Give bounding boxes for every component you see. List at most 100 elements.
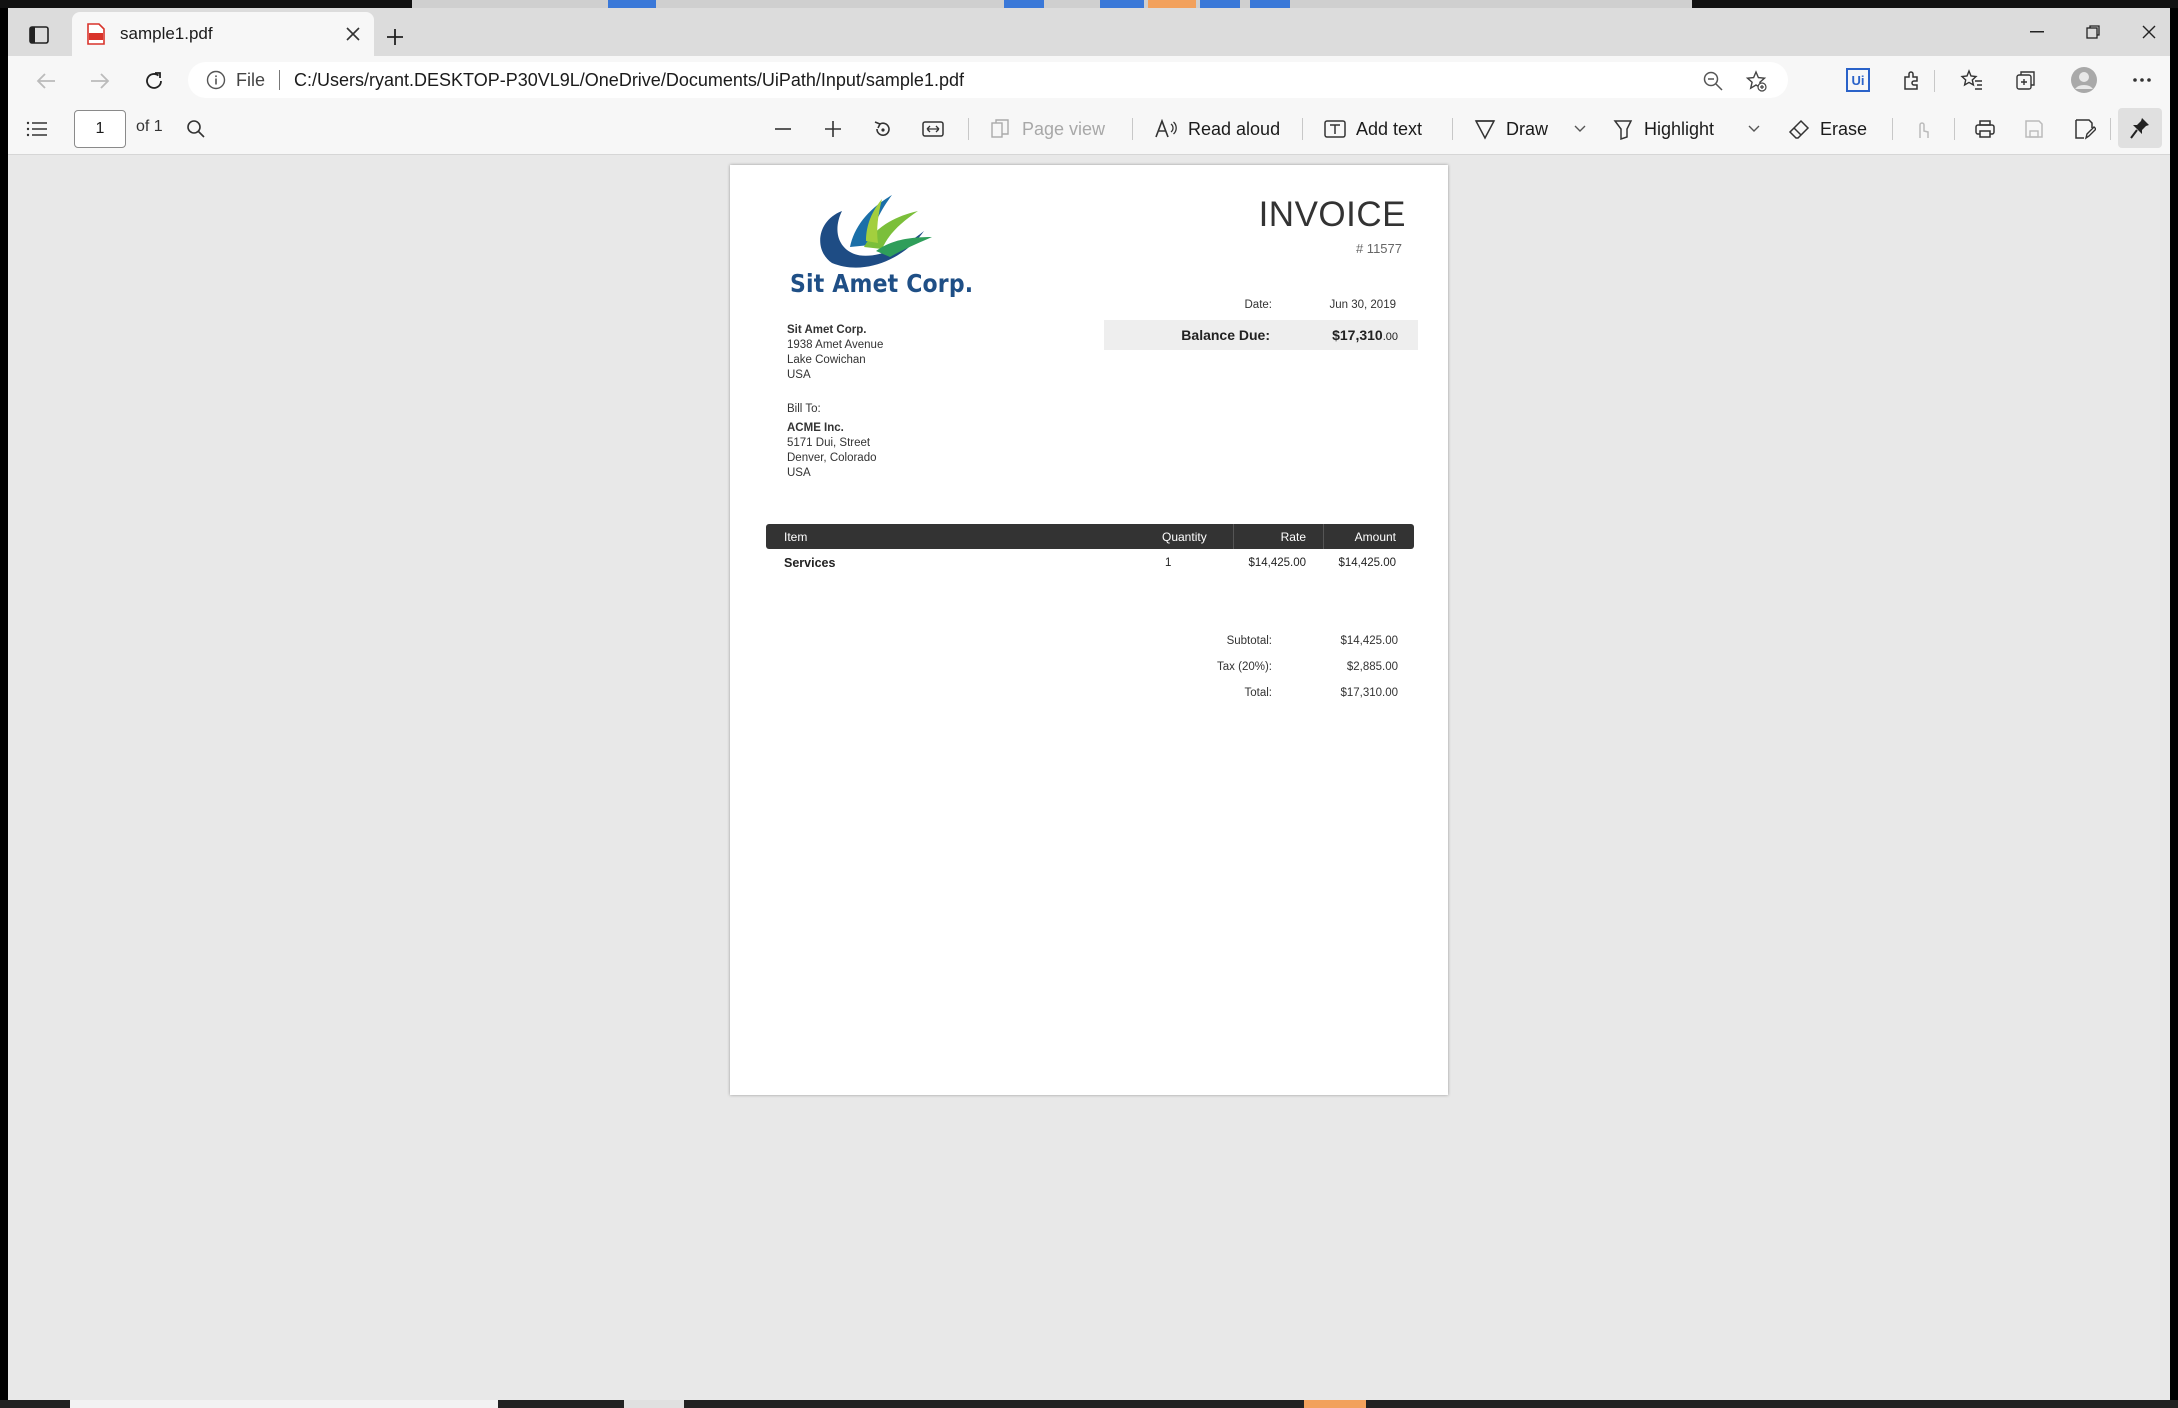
rotate-button[interactable] bbox=[872, 112, 894, 146]
profile-avatar[interactable] bbox=[2066, 62, 2102, 98]
total-value: $17,310.00 bbox=[1340, 687, 1398, 699]
erase-button[interactable]: Erase bbox=[1788, 112, 1867, 146]
address-url: C:/Users/ryant.DESKTOP-P30VL9L/OneDrive/… bbox=[294, 69, 964, 90]
bill-to-street: 5171 Dui, Street bbox=[787, 437, 871, 449]
subtotal-value: $14,425.00 bbox=[1340, 635, 1398, 647]
touch-write-icon[interactable] bbox=[1912, 112, 1932, 146]
close-window-icon[interactable] bbox=[2120, 8, 2170, 56]
collections-icon[interactable] bbox=[2008, 62, 2044, 98]
bill-to-company-name: ACME Inc. bbox=[787, 422, 844, 434]
read-aloud-button[interactable]: Read aloud bbox=[1154, 112, 1280, 146]
more-options-icon[interactable] bbox=[2124, 62, 2160, 98]
fit-width-icon bbox=[922, 121, 944, 137]
table-of-contents-icon[interactable] bbox=[26, 112, 48, 146]
bill-to-country: USA bbox=[787, 467, 811, 479]
page-view-icon bbox=[991, 119, 1009, 138]
tab-sample-pdf[interactable]: sample1.pdf bbox=[72, 12, 374, 56]
row-item: Services bbox=[784, 556, 836, 570]
restore-icon[interactable] bbox=[2064, 8, 2122, 56]
column-header-amount: Amount bbox=[1354, 530, 1396, 544]
taskbar-top-strip bbox=[0, 0, 2178, 8]
site-info-icon[interactable] bbox=[206, 70, 226, 90]
page-view-label: Page view bbox=[1022, 118, 1106, 139]
tax-label: Tax (20%): bbox=[1217, 661, 1272, 673]
draw-icon bbox=[1474, 120, 1496, 140]
save-icon[interactable] bbox=[2024, 112, 2044, 146]
minimize-icon[interactable] bbox=[2008, 8, 2066, 56]
invoice-number: # 11577 bbox=[1355, 241, 1402, 256]
url-input[interactable]: File C:/Users/ryant.DESKTOP-P30VL9L/OneD… bbox=[188, 62, 1788, 98]
browser-window: sample1.pdf File C:/Users/ryant.DESKTOP-… bbox=[8, 8, 2170, 1400]
pdf-toolbar: 1 of 1 Page view Read aloud Add text Dra… bbox=[8, 104, 2170, 155]
add-text-button[interactable]: Add text bbox=[1324, 112, 1422, 146]
zoom-in-button[interactable] bbox=[824, 112, 842, 146]
print-icon[interactable] bbox=[1974, 112, 1996, 146]
address-scheme: File bbox=[236, 69, 266, 90]
eraser-icon bbox=[1788, 119, 1810, 139]
company-logo-text: Sit Amet Corp. bbox=[790, 269, 974, 298]
read-aloud-label: Read aloud bbox=[1188, 118, 1281, 139]
forward-icon[interactable] bbox=[82, 64, 118, 98]
extensions-icon[interactable] bbox=[1894, 62, 1930, 98]
find-icon[interactable] bbox=[186, 112, 206, 146]
draw-button[interactable]: Draw bbox=[1474, 112, 1548, 146]
balance-due-amount: $17,310 bbox=[1332, 327, 1383, 343]
fit-width-button[interactable] bbox=[922, 112, 944, 146]
page-count: of 1 bbox=[136, 118, 163, 135]
total-label: Total: bbox=[1244, 687, 1273, 699]
balance-due-value: $17,310.00 bbox=[1332, 327, 1398, 343]
bill-to-label: Bill To: bbox=[787, 403, 821, 415]
uipath-extension-icon[interactable]: Ui bbox=[1840, 62, 1876, 98]
date-value: Jun 30, 2019 bbox=[1329, 299, 1396, 311]
tab-title: sample1.pdf bbox=[120, 24, 213, 43]
row-rate: $14,425.00 bbox=[1248, 557, 1306, 569]
new-tab-icon[interactable] bbox=[378, 20, 412, 54]
save-as-icon[interactable] bbox=[2074, 112, 2096, 146]
balance-due-label: Balance Due: bbox=[1181, 327, 1270, 343]
subtotal-label: Subtotal: bbox=[1226, 635, 1272, 647]
close-tab-icon[interactable] bbox=[338, 19, 368, 49]
invoice-title: INVOICE bbox=[1258, 195, 1406, 234]
from-country: USA bbox=[787, 369, 811, 381]
back-icon[interactable] bbox=[28, 64, 64, 98]
date-label: Date: bbox=[1244, 299, 1273, 311]
tab-actions-icon[interactable] bbox=[22, 18, 56, 52]
refresh-icon[interactable] bbox=[136, 64, 172, 98]
address-bar: File C:/Users/ryant.DESKTOP-P30VL9L/OneD… bbox=[8, 56, 2170, 104]
toolbar-separator bbox=[2110, 118, 2111, 140]
toolbar-separator bbox=[1452, 118, 1453, 140]
zoom-out-icon[interactable] bbox=[1702, 70, 1724, 92]
toolbar-separator bbox=[1954, 118, 1955, 140]
column-header-rate: Rate bbox=[1280, 530, 1306, 544]
toolbar-separator bbox=[1934, 70, 1935, 92]
pdf-viewer: Sit Amet Corp. INVOICE # 11577 Date: Jun… bbox=[8, 155, 2170, 1400]
pdf-page: Sit Amet Corp. INVOICE # 11577 Date: Jun… bbox=[730, 165, 1448, 1095]
from-address: Sit Amet Corp. 1938 Amet Avenue Lake Cow… bbox=[787, 323, 883, 383]
read-aloud-icon bbox=[1155, 119, 1177, 138]
plus-icon bbox=[825, 121, 841, 137]
highlight-icon bbox=[1613, 120, 1633, 140]
pin-toolbar-icon[interactable] bbox=[2118, 108, 2162, 148]
column-separator bbox=[1233, 524, 1234, 549]
page-number-input[interactable]: 1 bbox=[74, 110, 126, 148]
add-text-icon bbox=[1324, 120, 1346, 138]
add-favorite-icon[interactable] bbox=[1744, 69, 1768, 93]
toolbar-separator bbox=[968, 118, 969, 140]
minus-icon bbox=[775, 128, 791, 130]
erase-label: Erase bbox=[1820, 118, 1868, 139]
highlight-options-chevron-icon[interactable] bbox=[1748, 112, 1760, 146]
column-separator bbox=[1323, 524, 1324, 549]
balance-due-cents: .00 bbox=[1382, 331, 1398, 343]
draw-options-chevron-icon[interactable] bbox=[1574, 112, 1586, 146]
row-quantity: 1 bbox=[1165, 557, 1172, 569]
tax-value: $2,885.00 bbox=[1346, 661, 1398, 673]
page-view-button[interactable]: Page view bbox=[990, 112, 1105, 146]
zoom-out-button[interactable] bbox=[774, 112, 792, 146]
address-separator bbox=[279, 70, 281, 90]
table-row: Services 1 $14,425.00 $14,425.00 bbox=[766, 556, 1414, 576]
highlight-button[interactable]: Highlight bbox=[1612, 112, 1714, 146]
toolbar-separator bbox=[1132, 118, 1133, 140]
balance-due-box: Balance Due: $17,310.00 bbox=[1104, 320, 1418, 350]
favorites-icon[interactable] bbox=[1954, 62, 1990, 98]
toolbar-separator bbox=[1892, 118, 1893, 140]
